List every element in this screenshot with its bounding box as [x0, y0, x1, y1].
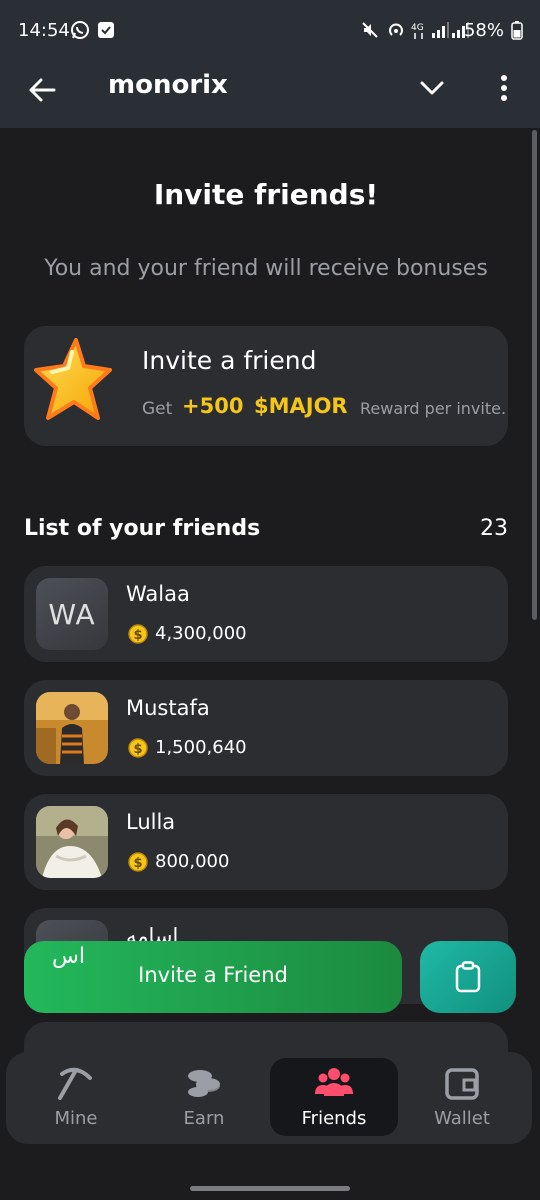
status-bar: 14:54 4G 58%	[0, 0, 540, 60]
whatsapp-icon	[71, 21, 89, 39]
friend-name: Lulla	[126, 810, 176, 834]
nav-label: Wallet	[434, 1108, 490, 1129]
bottom-nav: Mine Earn Friends Wallet	[6, 1052, 532, 1144]
friend-balance: 4,300,000	[155, 623, 247, 644]
friends-list-title: List of your friends	[24, 516, 261, 541]
mute-icon	[362, 22, 378, 38]
nav-friends[interactable]: Friends	[270, 1058, 398, 1136]
coin-icon: $	[128, 624, 148, 644]
friend-card[interactable]: WA Walaa $ 4,300,000	[24, 566, 508, 662]
nav-label: Mine	[54, 1108, 98, 1129]
status-time: 14:54	[18, 20, 70, 41]
content-area[interactable]: Invite friends! You and your friend will…	[0, 128, 540, 1200]
friend-balance: 800,000	[155, 851, 230, 872]
invite-reward-text: Reward per invite.	[360, 399, 507, 418]
overlap-text: اس	[52, 944, 85, 969]
clipboard-icon	[455, 961, 481, 993]
invite-card-title: Invite a friend	[142, 346, 317, 375]
star-icon	[34, 338, 112, 420]
svg-text:$: $	[133, 856, 142, 871]
battery-percent: 58%	[463, 20, 504, 41]
4g-icon: 4G	[411, 23, 424, 39]
svg-text:$: $	[133, 628, 142, 643]
coins-icon	[188, 1070, 220, 1097]
page-title: Invite friends!	[153, 178, 379, 211]
hotspot-icon	[389, 23, 403, 36]
friend-name: Walaa	[126, 582, 190, 606]
gesture-bar[interactable]	[190, 1186, 350, 1191]
battery-icon	[511, 21, 523, 40]
avatar: WA	[36, 578, 108, 650]
invite-friend-card[interactable]: Invite a friend Get +500 $MAJOR Reward p…	[24, 326, 508, 446]
nav-earn[interactable]: Earn	[140, 1058, 268, 1136]
app-bar: monorix	[0, 60, 540, 128]
chevron-down-icon[interactable]	[418, 74, 446, 102]
wallet-icon	[445, 1068, 479, 1100]
nav-label: Earn	[183, 1108, 225, 1129]
coin-icon: $	[128, 738, 148, 758]
friends-icon	[315, 1068, 353, 1096]
svg-text:$: $	[133, 742, 142, 757]
invite-currency: $MAJOR	[254, 394, 348, 418]
more-vertical-icon[interactable]	[492, 72, 516, 104]
avatar	[36, 692, 108, 764]
nav-mine[interactable]: Mine	[12, 1058, 140, 1136]
nav-label: Friends	[301, 1108, 367, 1129]
friend-balance: 1,500,640	[155, 737, 247, 758]
back-arrow-icon[interactable]	[26, 74, 58, 106]
svg-text:4G: 4G	[411, 23, 424, 33]
page-subtitle: You and your friend will receive bonuses	[44, 256, 488, 281]
check-square-icon	[98, 22, 114, 38]
signal-icon	[432, 22, 449, 38]
friend-card[interactable]: Mustafa $ 1,500,640	[24, 680, 508, 776]
avatar	[36, 806, 108, 878]
scrollbar[interactable]	[532, 130, 537, 620]
pickaxe-icon	[58, 1067, 92, 1100]
invite-get-label: Get	[142, 399, 173, 419]
friend-name: Mustafa	[126, 696, 210, 720]
invite-amount: +500	[182, 394, 244, 418]
app-title: monorix	[108, 70, 228, 100]
nav-wallet[interactable]: Wallet	[398, 1058, 526, 1136]
friend-card[interactable]: Lulla $ 800,000	[24, 794, 508, 890]
friends-count: 23	[480, 516, 508, 541]
copy-link-button[interactable]	[420, 941, 516, 1013]
coin-icon: $	[128, 852, 148, 872]
